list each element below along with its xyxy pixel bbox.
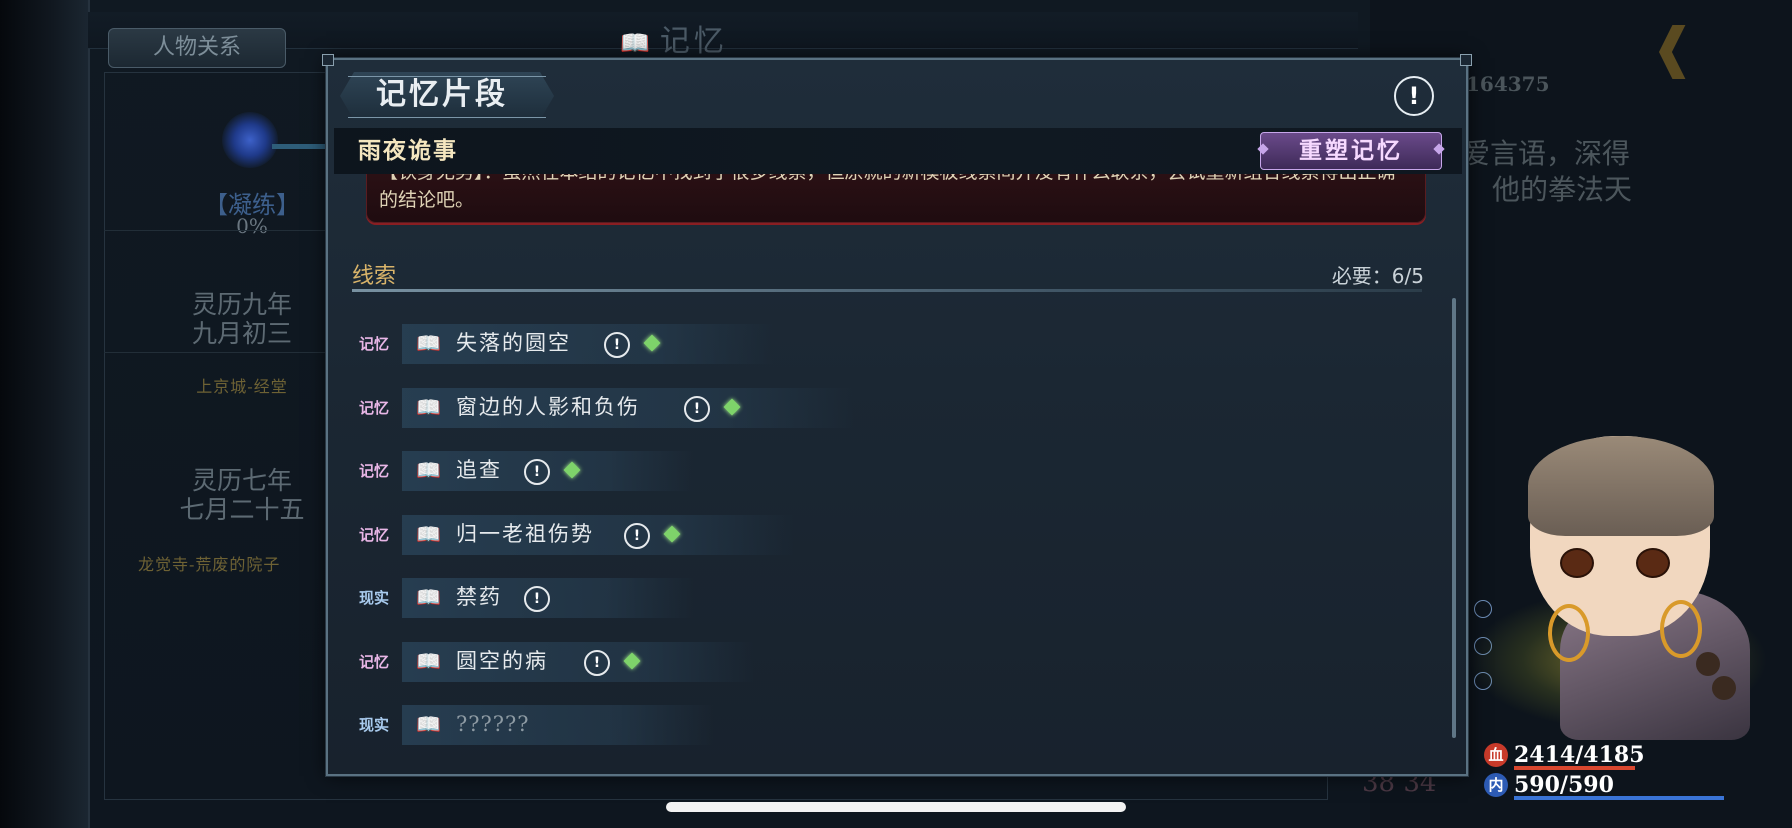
clues-divider xyxy=(352,289,1422,292)
book-icon: 📖 xyxy=(416,458,441,482)
clue-name: 追查 xyxy=(456,458,502,482)
clue-info-button[interactable]: ! xyxy=(684,395,710,422)
book-spine xyxy=(0,0,88,828)
corner-ornament xyxy=(322,54,334,66)
background-description: 爱言语，深得 他的拳法天 xyxy=(1462,136,1642,208)
mp-row: 内 590/590 xyxy=(1484,772,1614,798)
memory-tag: 记忆 xyxy=(358,652,389,671)
book-icon: 📖 xyxy=(416,521,441,546)
clue-list-scrollbar[interactable] xyxy=(1452,298,1456,738)
clue-info-button[interactable]: ! xyxy=(624,522,650,549)
clue-item-background xyxy=(402,641,754,682)
description-box: 【铁身无男】：虽然在本结的记忆中找到了很多线索，但原就的新模板线索间并没有什么联… xyxy=(366,174,1426,223)
book-icon: 📖 xyxy=(416,585,441,609)
character-earring xyxy=(1548,604,1590,662)
reshape-memory-button[interactable]: 重塑记忆 xyxy=(1260,132,1442,170)
clue-name: 归一老祖伤势 xyxy=(456,521,594,546)
memory-fragment-modal: 记忆片段 ! 【铁身无男】：虽然在本结的记忆中找到了很多线索，但原就的新模板线索… xyxy=(322,54,1472,776)
case-title: 雨夜诡事 xyxy=(358,137,458,164)
clues-requirement: 必要：6/5 xyxy=(1331,264,1424,288)
character-beads xyxy=(1696,652,1720,676)
character-eye xyxy=(1560,548,1594,578)
refine-progress-line xyxy=(272,144,332,149)
background-description-line2: 他的拳法天 xyxy=(1492,173,1633,206)
hp-bar xyxy=(1514,766,1636,770)
book-icon: 📖 xyxy=(416,648,441,673)
help-button[interactable]: ! xyxy=(1394,76,1434,116)
hp-value: 2414/4185 xyxy=(1514,742,1645,768)
book-icon: 📖 xyxy=(620,29,654,57)
buff-icon[interactable] xyxy=(1474,600,1492,618)
reality-tag: 现实 xyxy=(358,589,389,607)
clue-name: 圆空的病 xyxy=(456,648,548,673)
clue-item-background xyxy=(402,705,714,745)
clue-name: 禁药 xyxy=(456,585,502,609)
memory-tag: 记忆 xyxy=(358,525,389,544)
memory-tag: 记忆 xyxy=(358,335,389,353)
background-number: 164375 xyxy=(1466,72,1550,96)
memory-tag: 记忆 xyxy=(358,398,389,417)
character-earring xyxy=(1660,600,1702,658)
clue-info-button[interactable]: ! xyxy=(524,459,550,485)
character-eye xyxy=(1636,548,1670,578)
book-title-text: 记忆 xyxy=(659,24,728,59)
reality-tag: 现实 xyxy=(358,716,389,734)
clue-info-button[interactable]: ! xyxy=(584,649,610,676)
home-indicator[interactable] xyxy=(666,802,1126,812)
hp-row: 血 2414/4185 xyxy=(1484,742,1645,768)
memory-tag: 记忆 xyxy=(358,462,389,480)
book-icon: 📖 xyxy=(416,394,441,419)
clue-info-button[interactable]: ! xyxy=(524,586,550,612)
character-hair xyxy=(1528,436,1714,536)
book-title: 📖 记忆 xyxy=(620,22,750,62)
clue-name: ?????? xyxy=(456,712,530,736)
background-description-line1: 爱言语，深得 xyxy=(1462,137,1631,170)
description-text: 【铁身无男】：虽然在本结的记忆中找到了很多线索，但原就的新模板线索间并没有什么联… xyxy=(379,174,1396,211)
clues-label: 线索 xyxy=(352,264,397,289)
book-icon: 📖 xyxy=(416,712,441,736)
corner-ornament xyxy=(1460,54,1472,66)
case-bar: 雨夜诡事 重塑记忆 xyxy=(334,128,1462,174)
hp-icon: 血 xyxy=(1484,743,1508,767)
back-arrow-icon[interactable]: ❰ xyxy=(1650,18,1730,78)
refine-orb-icon xyxy=(222,112,278,168)
character-beads xyxy=(1712,676,1736,700)
book-icon: 📖 xyxy=(416,331,441,355)
mp-icon: 内 xyxy=(1484,773,1508,797)
mp-bar xyxy=(1514,796,1724,800)
mp-value: 590/590 xyxy=(1514,772,1614,798)
clue-info-button[interactable]: ! xyxy=(604,332,630,358)
clue-name: 失落的圆空 xyxy=(456,331,571,355)
modal-title: 记忆片段 xyxy=(376,77,508,112)
tab-character-relations[interactable]: 人物关系 xyxy=(108,28,286,68)
clue-name: 窗边的人影和负伤 xyxy=(456,394,640,419)
